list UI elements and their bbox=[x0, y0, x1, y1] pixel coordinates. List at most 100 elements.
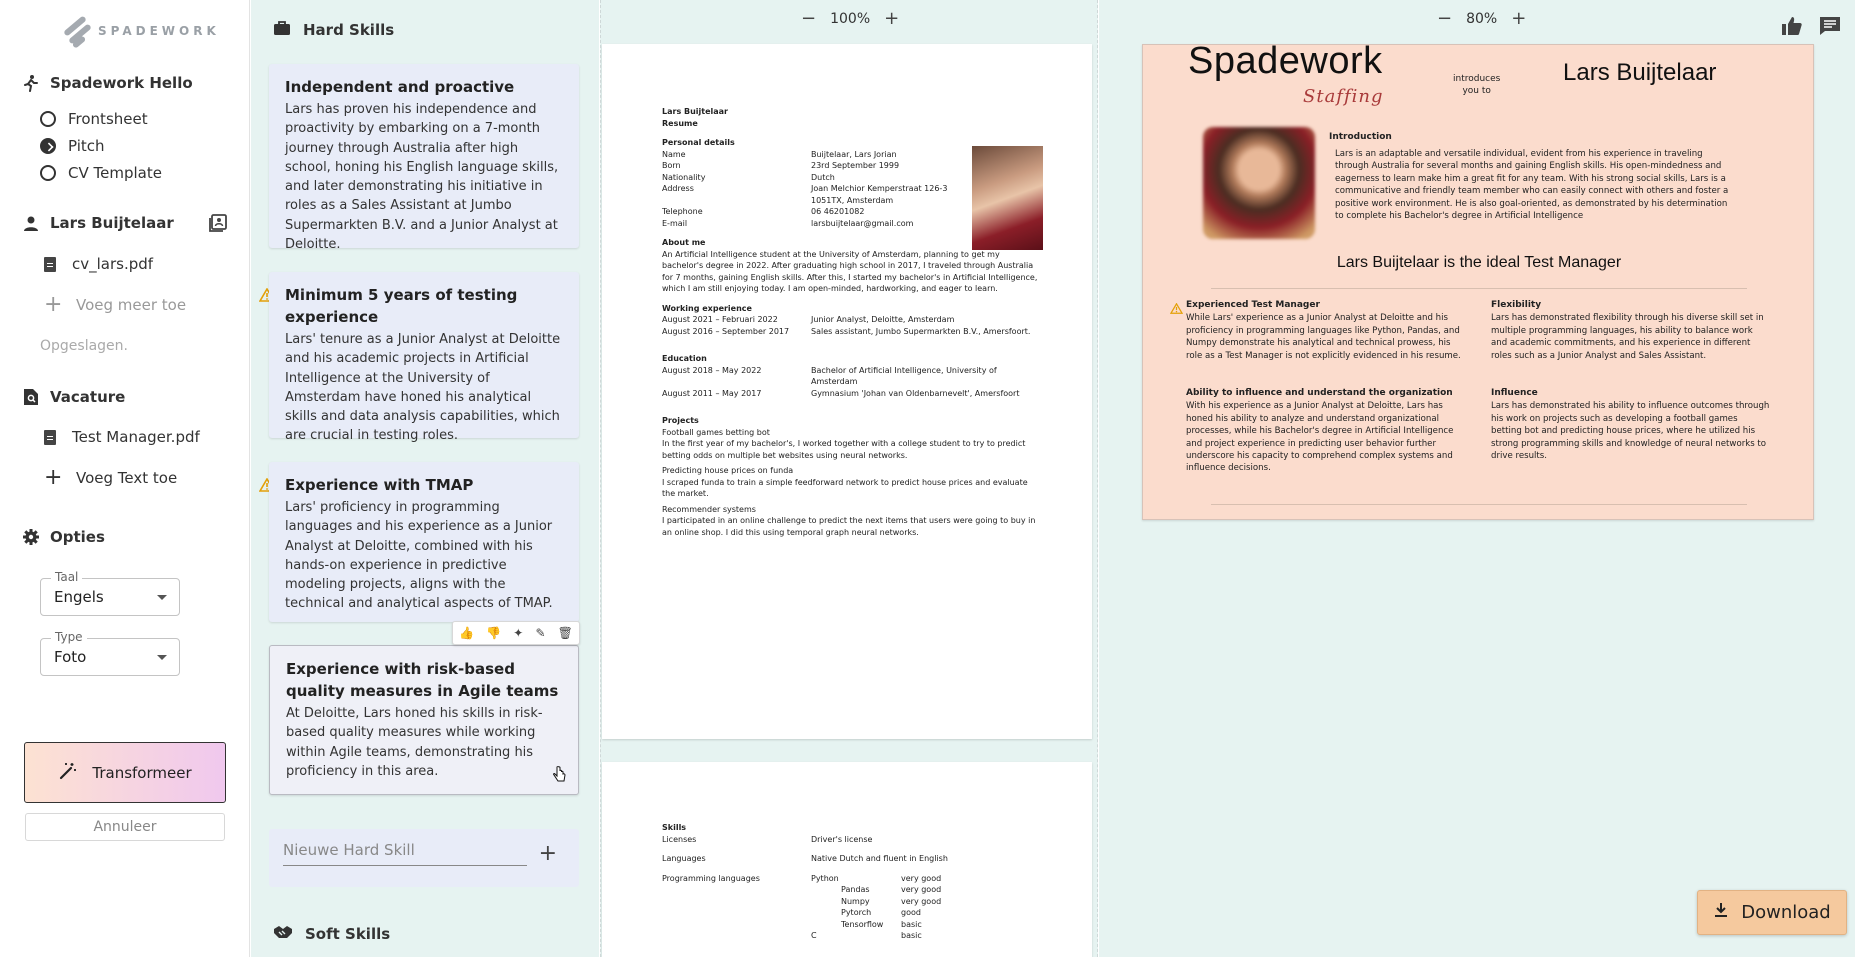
options-title: Opties bbox=[50, 528, 105, 546]
cv-value: Driver's license bbox=[811, 834, 873, 844]
type-select[interactable]: Type Foto bbox=[40, 630, 180, 676]
file-name: Test Manager.pdf bbox=[72, 428, 200, 446]
language-select[interactable]: Taal Engels bbox=[40, 570, 180, 616]
cv-key: Nationality bbox=[662, 172, 706, 182]
pitch-candidate-name: Lars Buijtelaar bbox=[1563, 59, 1717, 86]
add-text-button[interactable]: + Voeg Text toe bbox=[44, 467, 177, 489]
caret-down-icon bbox=[157, 595, 167, 600]
intro-title: Introduction bbox=[1329, 132, 1392, 142]
skill-title: Experience with TMAP bbox=[285, 476, 474, 494]
cancel-button[interactable]: Annuleer bbox=[25, 813, 225, 841]
divider bbox=[1211, 504, 1747, 505]
cv-key: E-mail bbox=[662, 218, 688, 228]
pencil-icon[interactable]: ✎ bbox=[535, 626, 545, 640]
pitch-preview-pane: − 80% + Spadework Staffing introduces yo… bbox=[1099, 0, 1855, 957]
add-skill-button[interactable]: + bbox=[539, 841, 557, 866]
skill-card-testing-experience[interactable]: Minimum 5 years of testing experience La… bbox=[269, 272, 579, 443]
radio-cv-template[interactable]: CV Template bbox=[40, 164, 162, 182]
thumbs-up-icon[interactable]: 👍 bbox=[459, 626, 474, 640]
file-name: cv_lars.pdf bbox=[72, 255, 154, 273]
brand-logo: Spadework bbox=[1188, 40, 1383, 82]
transform-button[interactable]: Transformeer bbox=[24, 742, 226, 803]
file-cv-lars[interactable]: cv_lars.pdf bbox=[44, 255, 153, 273]
block-title: Flexibility bbox=[1491, 300, 1542, 310]
person-icon bbox=[22, 214, 40, 232]
zoom-out-button[interactable]: − bbox=[801, 8, 816, 29]
pitch-page: Spadework Staffing introduces you to Lar… bbox=[1142, 40, 1814, 520]
section-spadework-hello: Spadework Hello bbox=[22, 74, 193, 92]
zoom-out-button[interactable]: − bbox=[1437, 8, 1452, 29]
candidate-photo bbox=[1203, 127, 1315, 239]
ideal-title: Lars Buijtelaar is the ideal Test Manage… bbox=[1336, 254, 1622, 271]
radio-checked-icon bbox=[40, 138, 56, 154]
radio-unchecked-icon bbox=[40, 165, 56, 181]
soft-skills-header: Soft Skills bbox=[273, 924, 390, 944]
radio-unchecked-icon bbox=[40, 111, 56, 127]
logo-text: SPADEWORK bbox=[98, 24, 220, 38]
thumbs-up-icon[interactable] bbox=[1781, 16, 1803, 40]
trash-icon[interactable]: 🗑 bbox=[558, 626, 573, 640]
cv-value: Gymnasium 'Johan van Oldenbarnevelt', Am… bbox=[811, 388, 1020, 398]
cv-value: Buijtelaar, Lars Jorian bbox=[811, 149, 897, 159]
cv-key: Telephone bbox=[662, 207, 703, 216]
pitch-block-influence-org: Ability to influence and understand the … bbox=[1186, 387, 1466, 475]
warning-icon bbox=[1170, 303, 1183, 314]
cv-name: Lars Buijtelaar bbox=[662, 107, 728, 116]
download-button[interactable]: Download bbox=[1697, 890, 1847, 935]
cv-subtitle: Resume bbox=[662, 118, 698, 128]
cv-value: Junior Analyst, Deloitte, Amsterdam bbox=[811, 315, 955, 324]
skill-card-independent[interactable]: Independent and proactive Lars has prove… bbox=[269, 64, 579, 252]
section-vacancy: Vacature bbox=[22, 388, 125, 406]
cv-value: Bachelor of Artificial Intelligence, Uni… bbox=[811, 365, 997, 387]
zoom-in-button[interactable]: + bbox=[1511, 8, 1526, 29]
block-text: While Lars' experience as a Junior Analy… bbox=[1186, 313, 1461, 361]
cv-skills-content: Skills Licenses Driver's license Language… bbox=[662, 822, 1042, 942]
radio-frontsheet[interactable]: Frontsheet bbox=[40, 110, 148, 128]
skill-title: Minimum 5 years of testing experience bbox=[285, 286, 518, 326]
plus-icon: + bbox=[44, 465, 63, 490]
cv-key bbox=[662, 195, 811, 207]
skill-card-tmap[interactable]: Experience with TMAP Lars' proficiency i… bbox=[269, 462, 579, 622]
contact-list-icon[interactable] bbox=[208, 213, 228, 237]
pitch-block-flexibility: Flexibility Lars has demonstrated flexib… bbox=[1491, 299, 1771, 362]
cv-prog-level: basic bbox=[901, 919, 922, 929]
cv-prog-level: good bbox=[901, 908, 921, 917]
cv-key: Languages bbox=[662, 854, 706, 863]
cv-project-text: In the first year of my bachelor's, I wo… bbox=[662, 439, 1026, 460]
file-test-manager[interactable]: Test Manager.pdf bbox=[44, 428, 200, 446]
cv-content: Lars Buijtelaar Resume Personal details … bbox=[662, 106, 1042, 538]
thumbs-down-icon[interactable]: 👎 bbox=[486, 626, 501, 640]
new-hard-skill-input[interactable]: Nieuwe Hard Skill bbox=[283, 841, 527, 866]
cv-value: Dutch bbox=[811, 172, 835, 182]
radio-pitch[interactable]: Pitch bbox=[40, 137, 105, 155]
cv-value: 23rd September 1999 bbox=[811, 161, 900, 170]
add-more-button[interactable]: + Voeg meer toe bbox=[44, 294, 186, 316]
cv-project-text: I scraped funda to train a simple feedfo… bbox=[662, 477, 1028, 499]
chat-icon[interactable] bbox=[1819, 16, 1841, 40]
type-label: Type bbox=[51, 630, 87, 644]
cv-value: 1051TX, Amsterdam bbox=[811, 195, 894, 205]
spadework-logo-icon bbox=[63, 15, 92, 49]
cv-prog-name: Python bbox=[811, 873, 839, 883]
radio-label: Frontsheet bbox=[68, 110, 148, 128]
zoom-in-button[interactable]: + bbox=[884, 8, 899, 29]
download-label: Download bbox=[1741, 902, 1831, 923]
magic-wand-icon[interactable]: ✦ bbox=[513, 626, 523, 640]
skill-card-risk-based[interactable]: Experience with risk-based quality measu… bbox=[269, 645, 579, 795]
hand-cursor-icon bbox=[553, 766, 566, 782]
cv-prog-name: Pytorch bbox=[841, 908, 872, 917]
download-icon bbox=[1713, 902, 1729, 923]
cv-key: Name bbox=[662, 149, 686, 159]
cv-prog-level: very good bbox=[901, 873, 942, 883]
cv-prog-name: Numpy bbox=[841, 896, 870, 906]
cv-prog-level: very good bbox=[901, 885, 942, 894]
section-candidate: Lars Buijtelaar bbox=[22, 214, 174, 232]
cv-prog-level: very good bbox=[901, 896, 942, 906]
cv-projects-title: Projects bbox=[662, 416, 699, 425]
cv-value: Native Dutch and fluent in English bbox=[811, 854, 948, 863]
cv-key: August 2011 – May 2017 bbox=[662, 388, 762, 398]
cv-project-title: Football games betting bot bbox=[662, 427, 770, 437]
type-value: Foto bbox=[54, 648, 87, 666]
block-text: Lars has demonstrated flexibility throug… bbox=[1491, 313, 1764, 361]
soft-skills-title: Soft Skills bbox=[305, 925, 391, 943]
